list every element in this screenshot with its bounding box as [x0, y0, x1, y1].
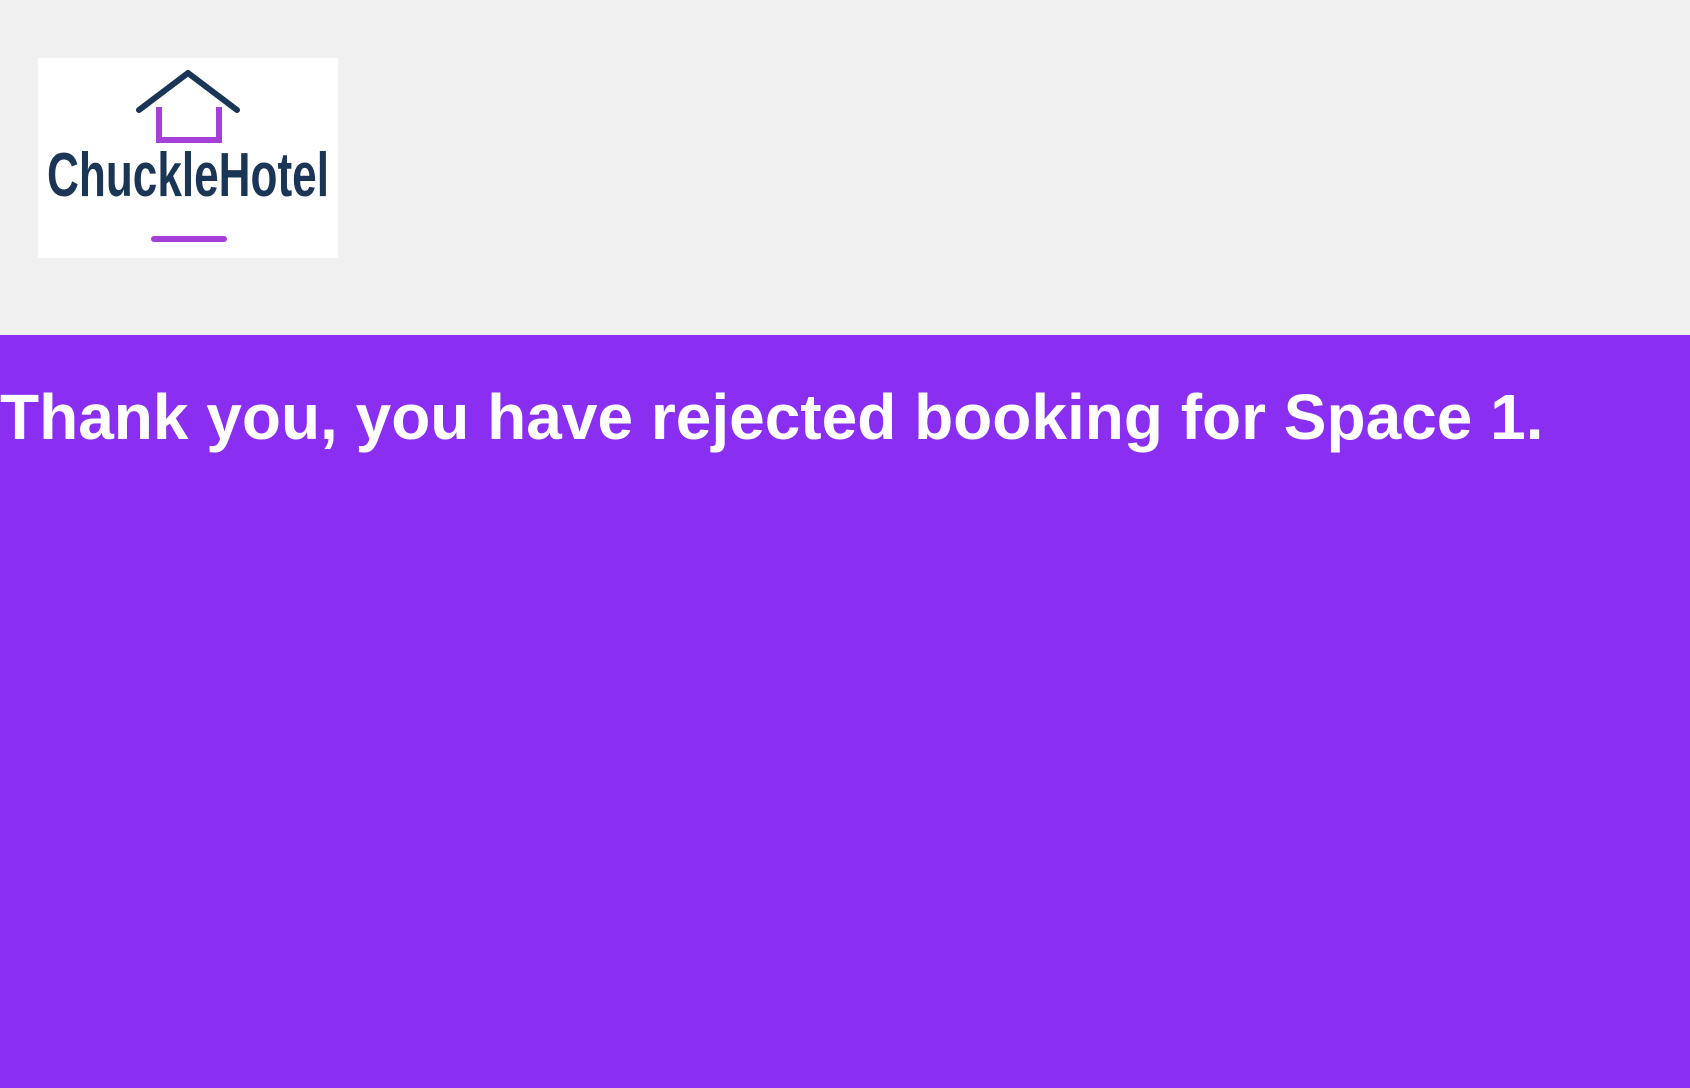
logo-image: ChuckleHotel: [47, 70, 329, 242]
page: ChuckleHotel Thank you, you have rejecte…: [0, 0, 1690, 1088]
logo-box-icon: [156, 107, 222, 143]
main-panel: Thank you, you have rejected booking for…: [0, 335, 1690, 1088]
logo-text: ChuckleHotel: [47, 141, 329, 210]
logo-roof-icon: [136, 70, 240, 113]
header: ChuckleHotel: [0, 0, 1690, 335]
confirmation-message: Thank you, you have rejected booking for…: [0, 381, 1544, 453]
logo: ChuckleHotel: [38, 58, 338, 258]
